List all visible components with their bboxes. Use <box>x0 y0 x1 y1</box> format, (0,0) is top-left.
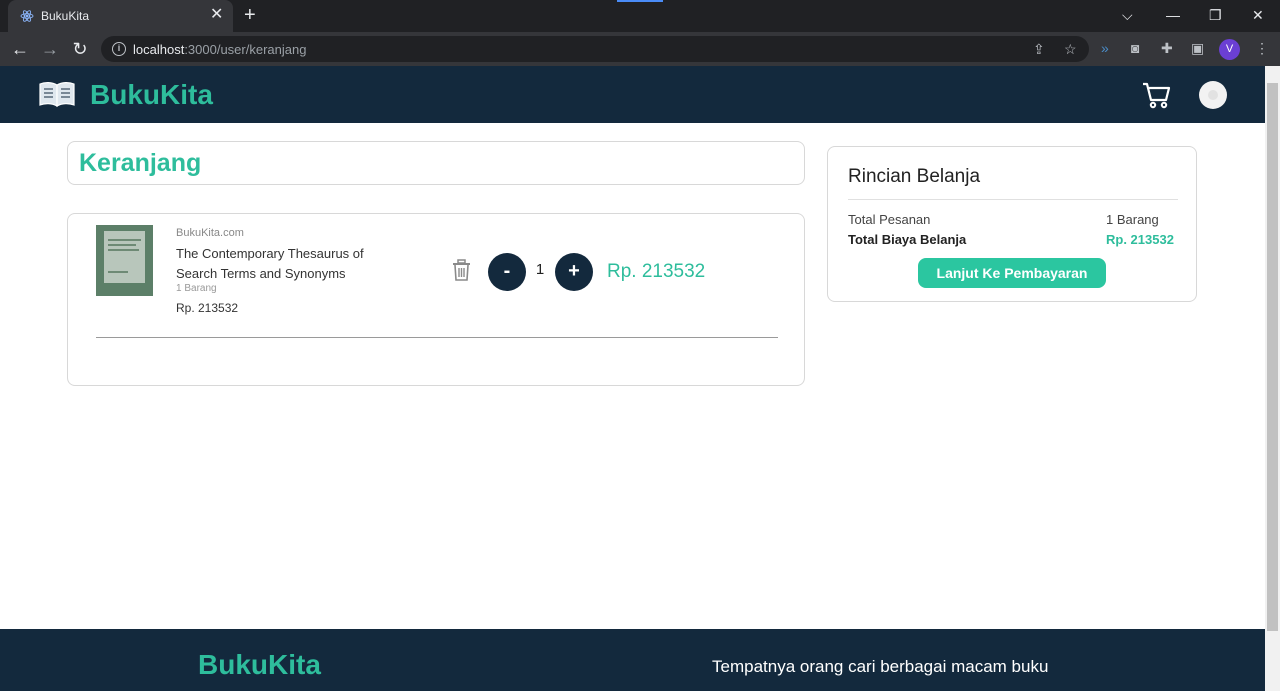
checkout-button[interactable]: Lanjut Ke Pembayaran <box>918 258 1106 288</box>
site-footer: BukuKita Tempatnya orang cari berbagai m… <box>0 629 1265 691</box>
close-window-icon[interactable]: ✕ <box>1252 6 1264 24</box>
quantity-value: 1 <box>535 261 545 278</box>
decrement-button[interactable]: - <box>488 253 526 291</box>
site-info-icon[interactable]: i <box>112 42 126 56</box>
url-text[interactable]: localhost:3000/user/keranjang <box>133 42 306 57</box>
total-cost-value: Rp. 213532 <box>1106 232 1174 247</box>
open-book-icon[interactable] <box>38 80 76 108</box>
total-orders-label: Total Pesanan <box>848 212 931 227</box>
page-title-card: Keranjang <box>67 141 805 185</box>
browser-tab-bar: BukuKita ✕ + ⌵ — ❐ ✕ <box>0 0 1280 32</box>
book-title[interactable]: The Contemporary Thesaurus of Search Ter… <box>176 244 396 284</box>
book-cover-image[interactable] <box>96 225 153 296</box>
back-icon[interactable]: ← <box>9 38 31 60</box>
reload-icon[interactable]: ↻ <box>69 38 91 60</box>
react-favicon-icon <box>20 10 34 22</box>
footer-tagline: Tempatnya orang cari berbagai macam buku <box>712 657 1049 676</box>
camera-extension-icon[interactable]: ◙ <box>1131 40 1139 56</box>
summary-title: Rincian Belanja <box>848 166 981 187</box>
item-quantity-label: 1 Barang <box>176 283 217 294</box>
order-summary-card: Rincian Belanja Total Pesanan 1 Barang T… <box>827 146 1197 302</box>
page-scrollbar[interactable] <box>1265 66 1280 691</box>
minimize-icon[interactable]: — <box>1166 6 1180 24</box>
restore-icon[interactable]: ❐ <box>1209 6 1222 24</box>
item-line-total: Rp. 213532 <box>607 261 706 282</box>
total-cost-label: Total Biaya Belanja <box>848 232 967 247</box>
avatar-placeholder-icon <box>1208 90 1218 100</box>
profile-avatar[interactable]: V <box>1219 39 1240 60</box>
summary-divider <box>848 199 1178 200</box>
increment-button[interactable]: + <box>555 253 593 291</box>
side-panel-icon[interactable]: ▣ <box>1191 40 1204 56</box>
extensions-puzzle-icon[interactable]: ✚ <box>1161 40 1173 56</box>
tabstrip-accent <box>617 0 663 2</box>
brand-name[interactable]: BukuKita <box>90 79 213 111</box>
tab-search-icon[interactable]: ⌵ <box>1122 6 1133 24</box>
page-viewport: BukuKita Keranjang BukuKita.com The Cont… <box>0 66 1265 691</box>
browser-toolbar: ← → ↻ i localhost:3000/user/keranjang ⇪ … <box>0 32 1280 66</box>
address-bar[interactable]: i localhost:3000/user/keranjang ⇪ ☆ <box>101 36 1089 62</box>
new-tab-icon[interactable]: + <box>244 4 256 26</box>
total-orders-value: 1 Barang <box>1106 212 1159 227</box>
scrollbar-thumb[interactable] <box>1267 83 1278 631</box>
forward-icon[interactable]: → <box>39 38 61 60</box>
cart-item-card: BukuKita.com The Contemporary Thesaurus … <box>67 213 805 386</box>
item-price: Rp. 213532 <box>176 301 239 315</box>
browser-tab[interactable]: BukuKita ✕ <box>8 0 233 32</box>
cart-divider <box>96 337 778 338</box>
close-tab-icon[interactable]: ✕ <box>210 7 223 23</box>
site-navbar: BukuKita <box>0 66 1265 123</box>
trash-icon[interactable] <box>452 259 471 281</box>
store-name: BukuKita.com <box>176 227 244 239</box>
tab-title: BukuKita <box>41 9 90 23</box>
footer-brand[interactable]: BukuKita <box>198 649 321 681</box>
bookmark-star-icon[interactable]: ☆ <box>1064 41 1077 57</box>
user-avatar[interactable] <box>1199 81 1227 109</box>
chrome-menu-icon[interactable]: ⋮ <box>1255 40 1269 56</box>
extension-arrows-icon[interactable]: » <box>1101 40 1109 56</box>
page-title: Keranjang <box>79 149 202 177</box>
shopping-cart-icon[interactable] <box>1141 80 1171 110</box>
share-icon[interactable]: ⇪ <box>1033 41 1045 57</box>
